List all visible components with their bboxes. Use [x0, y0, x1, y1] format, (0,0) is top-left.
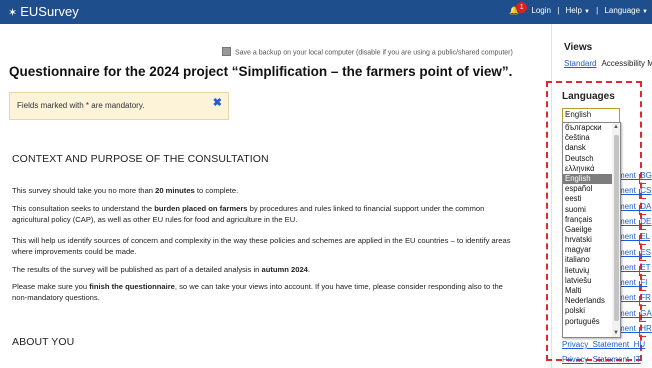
- about-you-heading: ABOUT YOU: [12, 336, 75, 348]
- text: This survey should take you no more than: [12, 186, 156, 195]
- annotation-mark: [639, 219, 646, 230]
- annotation-mark: [639, 174, 646, 184]
- scroll-down-icon[interactable]: ▼: [613, 330, 619, 336]
- context-paragraph-finish: Please make sure you finish the question…: [12, 281, 517, 303]
- context-paragraph-help: This will help us identify sources of co…: [12, 235, 517, 257]
- language-label: Language: [604, 6, 641, 15]
- notification-count-badge: 1: [516, 2, 528, 13]
- language-option[interactable]: English: [563, 173, 612, 185]
- scrollbar-thumb[interactable]: [614, 135, 619, 321]
- chevron-down-icon: ▼: [583, 9, 590, 15]
- text-bold: autumn 2024: [261, 265, 308, 274]
- top-nav-links: 🔔 1 Login | Help ▼ | Language ▼: [509, 2, 648, 15]
- dropdown-scrollbar[interactable]: ▲ ▼: [612, 123, 620, 337]
- text: This consultation seeks to understand th…: [12, 204, 155, 213]
- privacy-statement-link[interactable]: ment_HR: [618, 324, 652, 333]
- backup-label: Save a backup on your local computer (di…: [235, 49, 513, 57]
- help-menu[interactable]: Help ▼: [566, 6, 590, 15]
- eusurvey-logo[interactable]: ✶ EUSurvey: [8, 4, 79, 19]
- top-navigation-bar: ✶ EUSurvey 🔔 1 Login | Help ▼ | Language ▼: [0, 0, 652, 24]
- privacy-statement-hu-link[interactable]: Privacy_Statement_HU: [562, 340, 645, 349]
- privacy-statement-link[interactable]: ment_CS: [618, 186, 651, 195]
- notifications-bell-icon[interactable]: 🔔 1: [509, 2, 528, 15]
- annotation-mark: [639, 204, 646, 215]
- accessibility-mode-link[interactable]: Accessibility M: [601, 59, 652, 68]
- mandatory-fields-alert: Fields marked with * are mandatory. ✖: [9, 92, 229, 120]
- backup-option[interactable]: Save a backup on your local computer (di…: [222, 47, 513, 57]
- annotation-mark: [639, 296, 646, 307]
- annotation-mark: [639, 327, 646, 337]
- privacy-statement-it-link[interactable]: Privacy_Statement_IT: [562, 355, 641, 364]
- context-paragraph-results: The results of the survey will be publis…: [12, 264, 517, 275]
- context-heading: CONTEXT AND PURPOSE OF THE CONSULTATION: [12, 153, 269, 165]
- text: to complete.: [194, 186, 239, 195]
- nav-divider: |: [557, 6, 560, 15]
- privacy-statement-link[interactable]: ment_BG: [618, 171, 652, 180]
- chevron-down-icon: ▼: [642, 9, 648, 15]
- chevron-down-icon: ⌄: [565, 110, 571, 117]
- annotation-mark: [639, 235, 646, 246]
- privacy-statement-link[interactable]: ment_DA: [618, 202, 651, 211]
- text: The results of the survey will be publis…: [12, 265, 262, 274]
- annotation-mark: [639, 265, 646, 276]
- page-title: Questionnaire for the 2024 project “Simp…: [9, 64, 513, 79]
- login-link[interactable]: Login: [531, 6, 551, 15]
- language-select[interactable]: English ⌄: [562, 108, 620, 123]
- scroll-up-icon[interactable]: ▲: [613, 124, 619, 130]
- annotation-mark: [639, 311, 646, 322]
- privacy-statement-link[interactable]: ment_GA: [618, 309, 652, 318]
- text: .: [307, 265, 311, 274]
- privacy-statement-link[interactable]: ment_DE: [618, 217, 651, 226]
- alert-text: Fields marked with * are mandatory.: [17, 101, 145, 110]
- text-bold: burden placed on farmers: [154, 204, 248, 213]
- languages-heading: Languages: [562, 91, 615, 102]
- eu-stars-icon: ✶: [8, 7, 18, 19]
- annotation-mark: [639, 250, 646, 261]
- help-label: Help: [565, 6, 582, 15]
- text-bold: 20 minutes: [155, 186, 195, 195]
- annotation-mark: [639, 189, 646, 200]
- standard-view-link[interactable]: Standard: [564, 59, 596, 68]
- backup-checkbox[interactable]: [222, 47, 231, 56]
- text: This will help us identify sources of co…: [12, 236, 511, 256]
- logo-text: EUSurvey: [20, 4, 79, 19]
- context-paragraph-purpose: This consultation seeks to understand th…: [12, 203, 517, 225]
- annotation-mark: [639, 281, 646, 292]
- language-menu[interactable]: Language ▼: [604, 6, 648, 15]
- text-bold: finish the questionnaire: [89, 282, 175, 291]
- views-heading: Views: [564, 42, 593, 53]
- views-links: Standard Accessibility M: [564, 59, 652, 68]
- context-paragraph-duration: This survey should take you no more than…: [12, 185, 517, 196]
- nav-divider: |: [596, 6, 599, 15]
- text: Please make sure you: [12, 282, 90, 291]
- close-icon[interactable]: ✖: [213, 96, 222, 109]
- language-dropdown-list[interactable]: български čeština dansk Deutsch ελληνικά Engl…: [562, 122, 621, 338]
